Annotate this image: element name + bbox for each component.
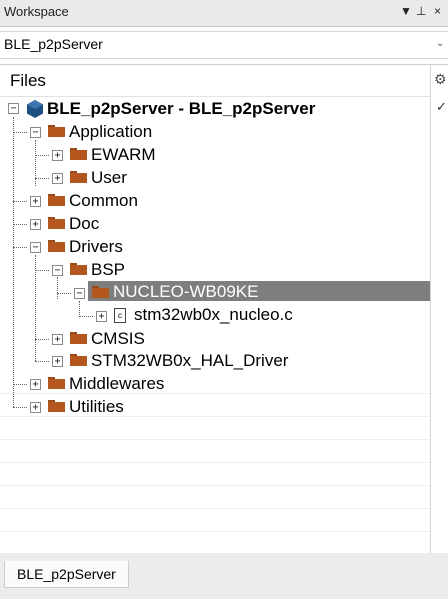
tree-node-common[interactable]: Common <box>69 191 138 211</box>
tree-expand-toggle[interactable]: + <box>52 150 63 161</box>
tree-expand-toggle[interactable]: + <box>52 334 63 345</box>
pin-icon[interactable]: ⊥ <box>416 4 426 18</box>
folder-icon <box>70 148 87 160</box>
folder-icon <box>48 125 65 137</box>
tree-collapse-toggle[interactable]: − <box>30 242 41 253</box>
tree-connector <box>79 301 80 315</box>
folder-icon <box>70 171 87 183</box>
tree-collapse-toggle[interactable]: − <box>52 265 63 276</box>
tree-expand-toggle[interactable]: + <box>52 173 63 184</box>
tree-connector <box>13 224 27 225</box>
tree-connector <box>13 201 27 202</box>
tree-collapse-toggle[interactable]: − <box>74 288 85 299</box>
folder-icon <box>48 377 65 389</box>
gear-icon[interactable]: ⚙ <box>434 71 447 88</box>
row-separator <box>0 462 430 463</box>
folder-icon <box>48 217 65 229</box>
tree-connector <box>13 132 27 133</box>
folder-icon <box>92 286 109 298</box>
tree-node-drivers[interactable]: Drivers <box>69 237 123 257</box>
tree-node-hal-driver[interactable]: STM32WB0x_HAL_Driver <box>91 351 288 371</box>
tree-node-ewarm[interactable]: EWARM <box>91 145 156 165</box>
file-tree-panel: Files ⚙ ✓ − BLE_p2pServer - BLE_p2pServe… <box>0 64 448 554</box>
tree-expand-toggle[interactable]: + <box>30 379 41 390</box>
tree-connector <box>13 384 27 385</box>
folder-icon <box>70 263 87 275</box>
tree-expand-toggle[interactable]: + <box>30 219 41 230</box>
tree-node-cmsis[interactable]: CMSIS <box>91 329 145 349</box>
tree-node-application[interactable]: Application <box>69 122 152 142</box>
tree-node-middlewares[interactable]: Middlewares <box>69 374 164 394</box>
close-icon[interactable]: × <box>434 4 441 18</box>
tree-expand-toggle[interactable]: + <box>30 402 41 413</box>
tree-expand-toggle[interactable]: + <box>30 196 41 207</box>
folder-icon <box>70 354 87 366</box>
row-separator <box>0 508 430 509</box>
c-file-icon: c <box>114 308 126 323</box>
configuration-value: BLE_p2pServer <box>4 36 103 52</box>
tree-expand-toggle[interactable]: + <box>96 311 107 322</box>
tree-node-utilities[interactable]: Utilities <box>69 397 124 417</box>
window-menu-button[interactable]: ▼ <box>400 4 412 18</box>
row-separator <box>0 393 430 394</box>
folder-icon <box>48 400 65 412</box>
workspace-titlebar: Workspace ▼ ⊥ × <box>0 0 448 27</box>
folder-icon <box>70 332 87 344</box>
chevron-down-icon[interactable]: ⌄ <box>436 38 444 49</box>
options-gutter: ⚙ ✓ <box>430 65 448 553</box>
tree-connector <box>35 155 49 156</box>
tree-connector <box>35 178 49 179</box>
tab-ble-p2pserver[interactable]: BLE_p2pServer <box>4 561 129 588</box>
tree-collapse-toggle[interactable]: − <box>30 127 41 138</box>
tree-connector <box>13 407 27 408</box>
tree-connector <box>57 293 71 294</box>
project-icon <box>27 100 43 118</box>
files-column-header: Files <box>10 71 46 90</box>
tree-collapse-toggle[interactable]: − <box>8 103 19 114</box>
tree-root-project[interactable]: BLE_p2pServer - BLE_p2pServer <box>47 99 315 119</box>
tree-connector <box>57 277 58 299</box>
tree-connector <box>13 117 14 407</box>
tree-connector <box>35 140 36 186</box>
tree-node-doc[interactable]: Doc <box>69 214 99 234</box>
row-separator <box>0 485 430 486</box>
configuration-select[interactable]: BLE_p2pServer ⌄ <box>0 31 448 59</box>
workspace-tab-bar: BLE_p2pServer <box>0 553 448 599</box>
tree-connector <box>35 339 49 340</box>
tree-node-user[interactable]: User <box>91 168 127 188</box>
row-separator <box>0 531 430 532</box>
tree-expand-toggle[interactable]: + <box>52 356 63 367</box>
folder-icon <box>48 194 65 206</box>
folder-icon <box>48 240 65 252</box>
tree-connector <box>79 316 93 317</box>
workspace-title: Workspace <box>4 4 69 19</box>
tree-connector <box>13 247 27 248</box>
tree-node-stm32wb0x-nucleo-c[interactable]: stm32wb0x_nucleo.c <box>134 305 293 325</box>
header-divider <box>0 96 430 97</box>
check-icon: ✓ <box>436 99 447 114</box>
tree-node-nucleo-wb09ke[interactable]: NUCLEO-WB09KE <box>113 282 258 302</box>
tree-node-bsp[interactable]: BSP <box>91 260 125 280</box>
row-separator <box>0 416 430 417</box>
row-separator <box>0 439 430 440</box>
tree-connector <box>35 270 49 271</box>
tree-connector <box>35 361 49 362</box>
